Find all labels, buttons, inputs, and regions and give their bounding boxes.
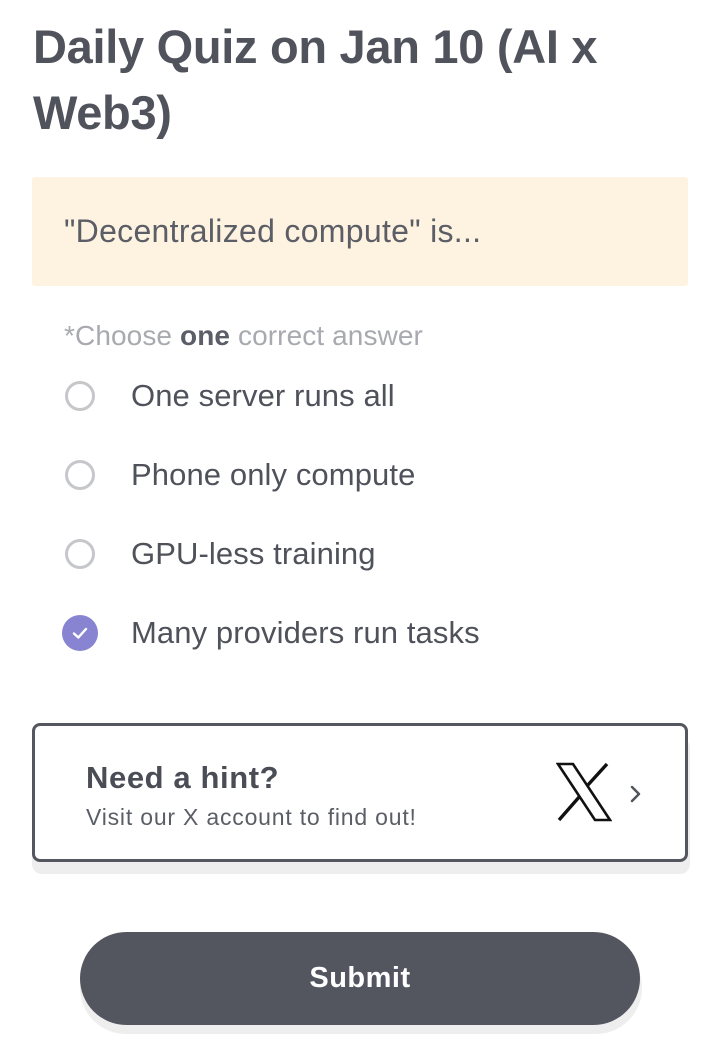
answer-option-1[interactable]: One server runs all — [64, 356, 684, 435]
question-text: "Decentralized compute" is... — [64, 213, 482, 249]
option-label: GPU-less training — [131, 535, 376, 571]
radio-button-unchecked[interactable] — [65, 538, 95, 569]
chevron-right-icon — [630, 785, 641, 803]
option-label: Many providers run tasks — [131, 614, 480, 650]
instruction-emphasis: one — [180, 320, 231, 351]
radio-button-unchecked[interactable] — [65, 459, 95, 490]
submit-button[interactable]: Submit — [80, 932, 640, 1025]
question-box: "Decentralized compute" is... — [32, 177, 688, 286]
radio-button-checked[interactable] — [62, 614, 98, 651]
x-logo-icon — [556, 762, 612, 822]
answer-option-4[interactable]: Many providers run tasks — [62, 593, 684, 672]
hint-subtitle: Visit our X account to find out! — [86, 804, 417, 830]
quiz-title: Daily Quiz on Jan 10 (AI x Web3) — [33, 20, 598, 139]
answer-option-3[interactable]: GPU-less training — [64, 514, 684, 593]
answer-instruction: *Choose one correct answer — [64, 320, 423, 352]
radio-button-unchecked[interactable] — [65, 380, 95, 411]
option-label: Phone only compute — [131, 456, 416, 492]
instruction-prefix: *Choose — [64, 320, 180, 351]
instruction-suffix: correct answer — [230, 320, 423, 351]
option-label: One server runs all — [131, 377, 395, 413]
hint-card[interactable]: Need a hint? Visit our X account to find… — [32, 723, 688, 862]
answer-options: One server runs all Phone only compute G… — [62, 356, 684, 672]
checkmark-icon — [72, 627, 88, 639]
answer-option-2[interactable]: Phone only compute — [64, 435, 684, 514]
hint-title: Need a hint? — [86, 760, 280, 795]
